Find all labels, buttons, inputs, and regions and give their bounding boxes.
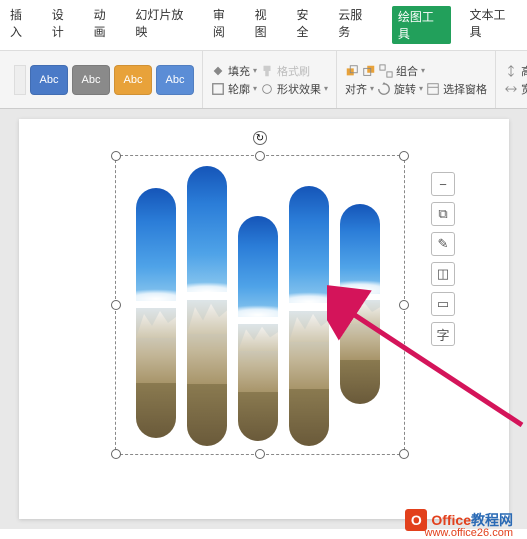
menu-drawtools[interactable]: 绘图工具 <box>392 6 452 44</box>
outline-icon <box>211 82 225 96</box>
handle-b[interactable] <box>255 449 265 459</box>
caret-icon: ▾ <box>421 66 425 75</box>
outline-button[interactable]: 轮廓▾ 形状效果▾ <box>211 81 328 97</box>
width-input[interactable]: 宽 <box>504 81 527 97</box>
selection-box[interactable]: ↻ <box>115 155 405 455</box>
caret-icon: ▾ <box>324 84 328 93</box>
menu-bar: 插入 设计 动画 幻灯片放映 审阅 视图 安全 云服务 绘图工具 文本工具 <box>0 0 527 51</box>
style-prev[interactable] <box>14 65 26 95</box>
style-preset-4[interactable]: Abc <box>156 65 194 95</box>
caret-icon: ▾ <box>419 84 423 93</box>
height-input[interactable]: 高 <box>504 63 527 79</box>
handle-l[interactable] <box>111 300 121 310</box>
menu-review[interactable]: 审阅 <box>213 6 237 44</box>
align-button[interactable]: 对齐 <box>345 81 367 97</box>
selectpane-button[interactable]: 选择窗格 <box>443 81 487 97</box>
menu-animation[interactable]: 动画 <box>94 6 118 44</box>
floating-toolbar: − ⧉ ✎ ◫ ▭ 字 <box>431 172 455 346</box>
style-preset-2[interactable]: Abc <box>72 65 110 95</box>
effects-label: 形状效果 <box>277 81 321 97</box>
rotate-button[interactable]: 旋转 <box>394 81 416 97</box>
group-button[interactable]: 组合 <box>396 63 418 79</box>
style-preset-3[interactable]: Abc <box>114 65 152 95</box>
copy-button[interactable]: ⧉ <box>431 202 455 226</box>
menu-view[interactable]: 视图 <box>255 6 279 44</box>
text-button[interactable]: 字 <box>431 322 455 346</box>
width-icon <box>504 82 518 96</box>
style-gallery: Abc Abc Abc Abc <box>6 51 203 108</box>
caret-icon: ▾ <box>253 84 257 93</box>
fill-button[interactable]: 填充▾ 格式刷 <box>211 63 328 79</box>
caret-icon: ▾ <box>253 66 257 75</box>
menu-security[interactable]: 安全 <box>296 6 320 44</box>
style-preset-1[interactable]: Abc <box>30 65 68 95</box>
menu-texttools[interactable]: 文本工具 <box>469 6 517 44</box>
width-label: 宽 <box>521 81 527 97</box>
ribbon: Abc Abc Abc Abc 填充▾ 格式刷 轮廓▾ 形状效果▾ <box>0 51 527 109</box>
selectpane-icon <box>426 82 440 96</box>
height-icon <box>504 64 518 78</box>
shape-image[interactable] <box>136 166 386 446</box>
group-icon <box>379 64 393 78</box>
bring-forward-icon[interactable] <box>345 64 359 78</box>
rect-button[interactable]: ▭ <box>431 292 455 316</box>
menu-slideshow[interactable]: 幻灯片放映 <box>135 6 194 44</box>
handle-r[interactable] <box>399 300 409 310</box>
size-group: 高 宽 <box>496 51 527 108</box>
outline-label: 轮廓 <box>228 81 250 97</box>
collapse-button[interactable]: − <box>431 172 455 196</box>
fill-label: 填充 <box>228 63 250 79</box>
handle-t[interactable] <box>255 151 265 161</box>
menu-insert[interactable]: 插入 <box>10 6 34 44</box>
caret-icon: ▾ <box>370 84 374 93</box>
handle-tl[interactable] <box>111 151 121 161</box>
formatbrush-label: 格式刷 <box>277 63 310 79</box>
edit-button[interactable]: ✎ <box>431 232 455 256</box>
arrange-group: 组合▾ 对齐▾ 旋转▾ 选择窗格 <box>337 51 496 108</box>
formatbrush-icon <box>260 64 274 78</box>
watermark-url: www.office26.com <box>425 527 513 539</box>
effects-icon <box>260 82 274 96</box>
handle-br[interactable] <box>399 449 409 459</box>
fill-outline-group: 填充▾ 格式刷 轮廓▾ 形状效果▾ <box>203 51 337 108</box>
height-label: 高 <box>521 63 527 79</box>
menu-design[interactable]: 设计 <box>52 6 76 44</box>
handle-tr[interactable] <box>399 151 409 161</box>
fill-icon <box>211 64 225 78</box>
rotate-handle[interactable]: ↻ <box>253 131 267 145</box>
send-back-icon[interactable] <box>362 64 376 78</box>
handle-bl[interactable] <box>111 449 121 459</box>
shape-button[interactable]: ◫ <box>431 262 455 286</box>
rotate-icon <box>377 82 391 96</box>
menu-cloud[interactable]: 云服务 <box>338 6 374 44</box>
